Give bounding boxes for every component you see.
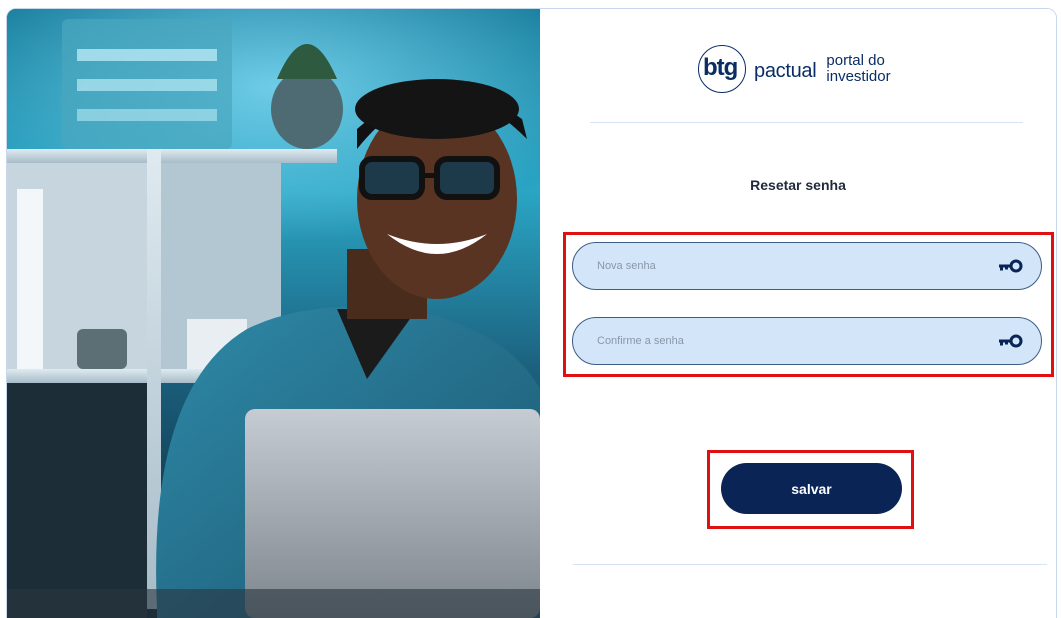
portal-label: portal do investidor [826, 52, 891, 85]
reset-password-panel: btg pactual portal do investidor Resetar… [540, 9, 1056, 618]
smiling-man-with-laptop-photo [7, 9, 540, 618]
btg-pactual-logo: btg pactual portal do investidor [698, 39, 916, 99]
logo-word: pactual [754, 59, 817, 82]
key-icon[interactable] [997, 257, 1025, 275]
hero-photo [7, 9, 540, 618]
confirm-password-input[interactable] [597, 318, 977, 363]
key-icon[interactable] [997, 332, 1025, 350]
logo-mark-text: btg [703, 54, 738, 81]
page-title: Resetar senha [750, 177, 846, 193]
new-password-input[interactable] [597, 243, 977, 288]
confirm-password-field[interactable] [572, 317, 1042, 365]
bottom-divider [573, 564, 1047, 565]
new-password-field[interactable] [572, 242, 1042, 290]
top-divider [590, 122, 1023, 123]
page-frame: btg pactual portal do investidor Resetar… [6, 8, 1057, 618]
btg-logo-mark: btg [698, 45, 746, 93]
save-button[interactable]: salvar [721, 463, 902, 514]
